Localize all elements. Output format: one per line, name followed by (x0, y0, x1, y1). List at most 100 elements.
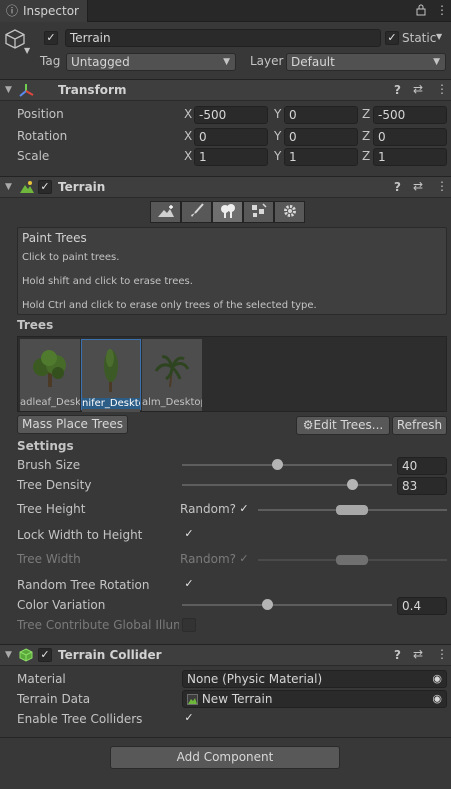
help-icon[interactable]: ? (394, 181, 401, 193)
edit-trees-button[interactable]: ⚙Edit Trees... (296, 416, 390, 435)
global-illumination-label: Tree Contribute Global Illumir (17, 618, 179, 632)
object-name-field[interactable]: Terrain (65, 29, 381, 47)
chevron-down-icon: ▼ (433, 57, 440, 67)
tag-value: Untagged (71, 55, 130, 69)
foldout-arrow-icon[interactable]: ▼ (5, 182, 12, 192)
position-y-field[interactable]: 0 (284, 106, 358, 124)
scale-z-label[interactable]: Z (362, 149, 370, 163)
tree-height-random-checkbox[interactable]: ✓ (237, 503, 251, 517)
transform-title: Transform (58, 83, 127, 97)
rotation-y-field[interactable]: 0 (284, 128, 358, 146)
slider-thumb[interactable] (347, 479, 358, 490)
icon-dropdown-arrow-icon[interactable]: ▼ (24, 47, 30, 55)
random-rotation-checkbox[interactable]: ✓ (182, 578, 196, 592)
paint-details-tool[interactable] (243, 201, 274, 223)
component-menu-icon[interactable]: ⋮ (436, 83, 448, 95)
tree-prototype-name: adleaf_Desk (20, 397, 80, 408)
info-icon: ⓘ (6, 4, 19, 18)
help-icon[interactable]: ? (394, 649, 401, 661)
position-z-field[interactable]: -500 (373, 106, 447, 124)
position-y-label[interactable]: Y (274, 107, 281, 121)
object-picker-icon[interactable]: ◉ (432, 691, 442, 707)
enable-tree-colliders-checkbox[interactable]: ✓ (182, 712, 196, 726)
terrain-collider-header[interactable]: ▼ ✓ Terrain Collider ? ⇄ ⋮ (0, 644, 451, 666)
scale-z-field[interactable]: 1 (373, 148, 447, 166)
terrain-data-label: Terrain Data (17, 692, 91, 706)
position-z-label[interactable]: Z (362, 107, 370, 121)
terrain-enabled-checkbox[interactable]: ✓ (38, 180, 52, 194)
static-dropdown-icon[interactable]: ▼ (436, 33, 442, 41)
tree-height-minmax-slider[interactable] (258, 503, 447, 517)
rotation-z-label[interactable]: Z (362, 129, 370, 143)
lock-width-checkbox[interactable]: ✓ (182, 528, 196, 542)
foldout-arrow-icon[interactable]: ▼ (5, 650, 12, 660)
minmax-range-bar[interactable] (336, 505, 368, 515)
active-checkbox[interactable]: ✓ (44, 31, 58, 45)
kebab-menu-icon[interactable]: ⋮ (436, 4, 448, 16)
inspector-tab-bar: ⓘ Inspector ⋮ (0, 0, 451, 22)
gameobject-icon (4, 28, 26, 53)
chevron-down-icon: ▼ (223, 57, 230, 67)
help-line: Hold shift and click to erase trees. (22, 276, 193, 287)
scale-label: Scale (17, 149, 50, 163)
gear-icon: ⚙ (302, 418, 314, 432)
rotation-x-field[interactable]: 0 (194, 128, 268, 146)
component-menu-icon[interactable]: ⋮ (436, 180, 448, 192)
lock-icon[interactable] (416, 4, 426, 18)
terrain-data-object-field[interactable]: New Terrain ◉ (182, 690, 447, 708)
material-object-field[interactable]: None (Physic Material) ◉ (182, 670, 447, 688)
object-picker-icon[interactable]: ◉ (432, 671, 442, 687)
presets-icon[interactable]: ⇄ (413, 648, 423, 660)
material-label: Material (17, 672, 66, 686)
tree-prototype-name: alm_Desktop (142, 397, 202, 408)
terrain-settings-tool[interactable] (274, 201, 305, 223)
brush-size-field[interactable]: 40 (397, 457, 447, 475)
layer-value: Default (291, 55, 335, 69)
slider-thumb[interactable] (272, 459, 283, 470)
static-checkbox[interactable]: ✓ (385, 31, 399, 45)
minmax-range-bar (336, 555, 368, 565)
scale-y-label[interactable]: Y (274, 149, 281, 163)
rotation-x-label[interactable]: X (184, 129, 192, 143)
foldout-arrow-icon[interactable]: ▼ (5, 85, 12, 95)
paint-trees-tool[interactable] (212, 201, 243, 223)
component-menu-icon[interactable]: ⋮ (436, 648, 448, 660)
brush-size-slider[interactable] (182, 458, 392, 472)
position-x-field[interactable]: -500 (194, 106, 268, 124)
add-component-button[interactable]: Add Component (110, 746, 340, 769)
tree-width-minmax-slider (258, 553, 447, 567)
tag-label: Tag (40, 54, 61, 68)
inspector-tab[interactable]: ⓘ Inspector (0, 0, 88, 22)
scale-y-field[interactable]: 1 (284, 148, 358, 166)
raise-terrain-tool[interactable] (150, 201, 181, 223)
tree-prototype-item-selected[interactable]: nifer_Deskto (81, 339, 141, 412)
tree-prototype-item[interactable]: adleaf_Desk (20, 339, 80, 411)
transform-axes-icon (18, 83, 34, 100)
paint-texture-tool[interactable] (181, 201, 212, 223)
tree-density-slider[interactable] (182, 478, 392, 492)
transform-header[interactable]: ▼ Transform ? ⇄ ⋮ (0, 79, 451, 101)
color-variation-slider[interactable] (182, 598, 392, 612)
rotation-z-field[interactable]: 0 (373, 128, 447, 146)
refresh-button[interactable]: Refresh (392, 416, 447, 435)
collider-cube-icon (19, 648, 33, 665)
tree-prototype-item[interactable]: alm_Desktop (142, 339, 202, 411)
tag-dropdown[interactable]: Untagged ▼ (66, 53, 236, 71)
position-x-label[interactable]: X (184, 107, 192, 121)
material-value: None (Physic Material) (187, 672, 323, 686)
presets-icon[interactable]: ⇄ (413, 83, 423, 95)
slider-thumb[interactable] (262, 599, 273, 610)
collider-enabled-checkbox[interactable]: ✓ (38, 648, 52, 662)
color-variation-field[interactable]: 0.4 (397, 597, 447, 615)
tree-density-field[interactable]: 83 (397, 477, 447, 495)
layer-dropdown[interactable]: Default ▼ (286, 53, 446, 71)
scale-x-label[interactable]: X (184, 149, 192, 163)
mass-place-trees-button[interactable]: Mass Place Trees (17, 415, 128, 434)
rotation-y-label[interactable]: Y (274, 129, 281, 143)
rotation-label: Rotation (17, 129, 68, 143)
terrain-header[interactable]: ▼ ✓ Terrain ? ⇄ ⋮ (0, 176, 451, 198)
help-icon[interactable]: ? (394, 84, 401, 96)
presets-icon[interactable]: ⇄ (413, 180, 423, 192)
raise-terrain-icon (157, 204, 175, 221)
scale-x-field[interactable]: 1 (194, 148, 268, 166)
